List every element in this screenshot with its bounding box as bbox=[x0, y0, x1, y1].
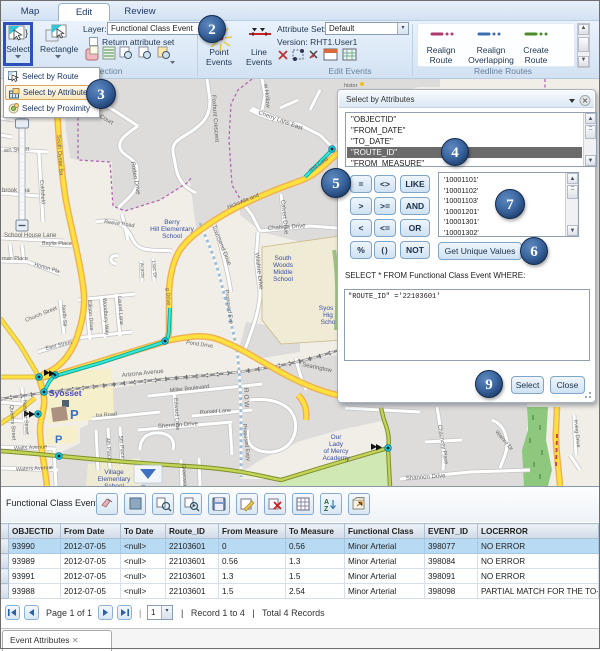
svg-text:}: } bbox=[25, 28, 28, 38]
